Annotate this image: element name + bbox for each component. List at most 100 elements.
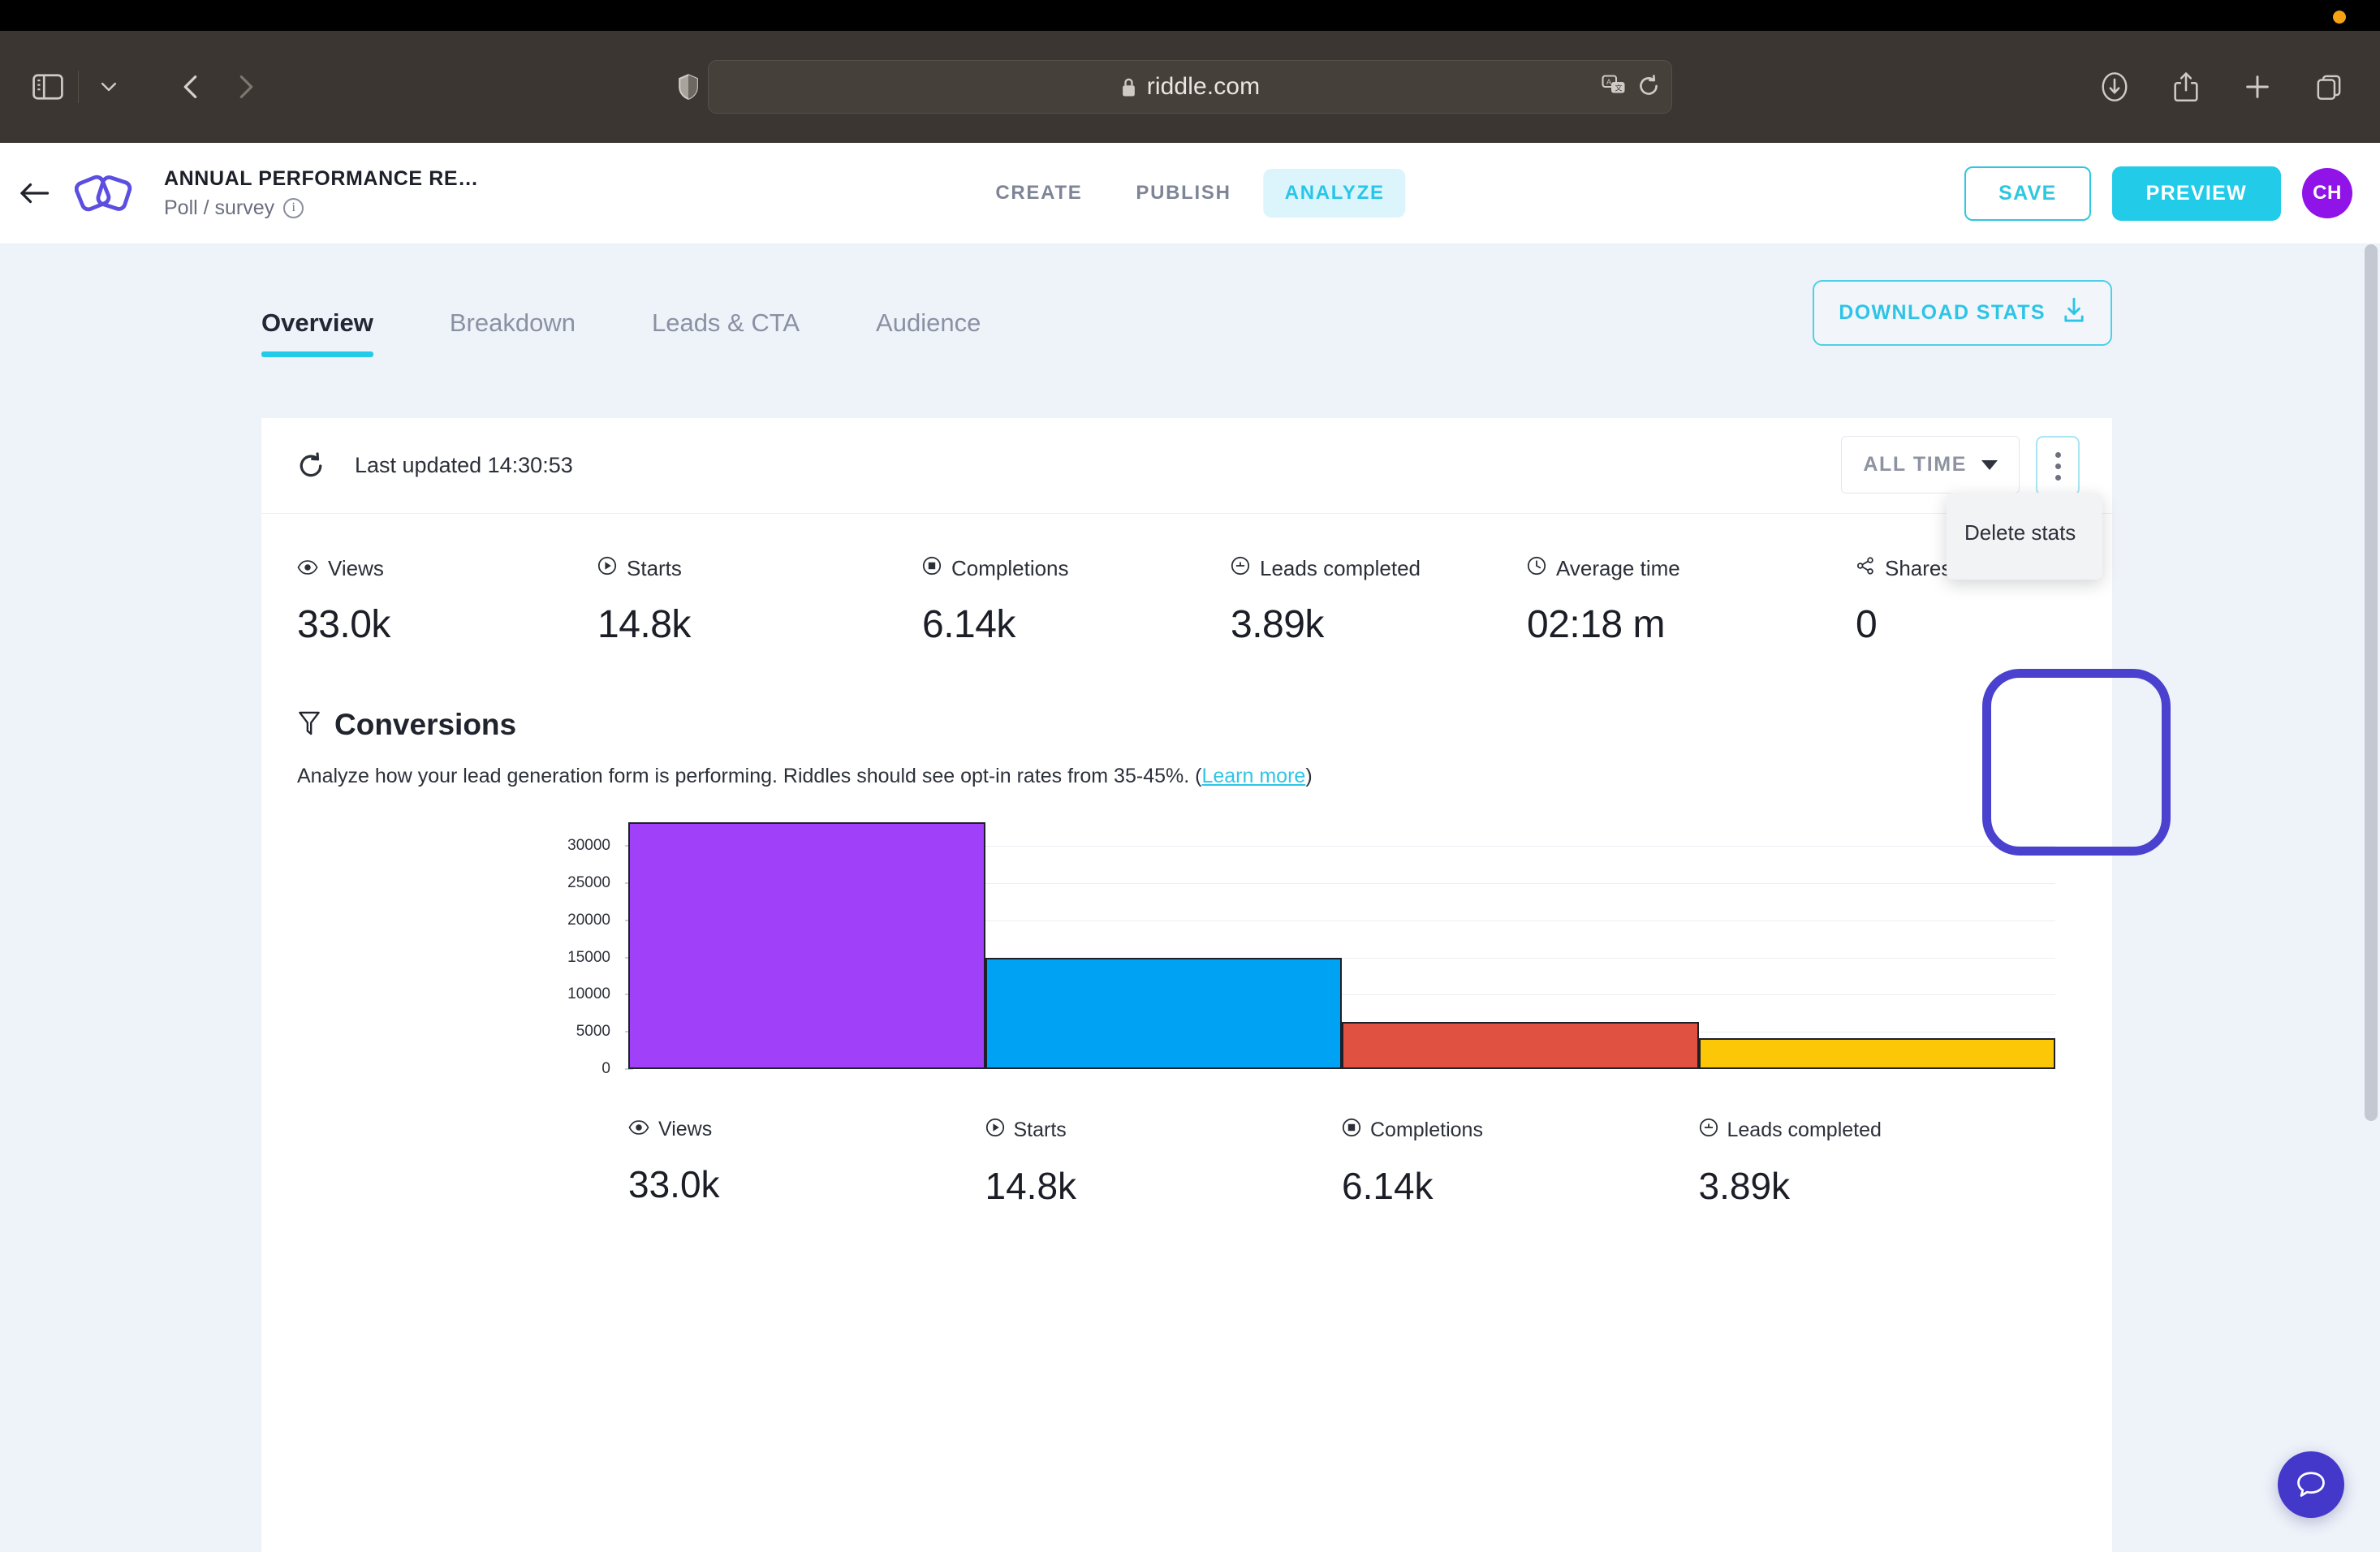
filled-circle-icon (922, 556, 942, 581)
time-range-value: ALL TIME (1863, 453, 1967, 476)
chart-category-completions: Completions 6.14k (1342, 1118, 1699, 1208)
scrollbar-thumb[interactable] (2365, 244, 2378, 1121)
stat-value-text: 02:18 m (1527, 603, 1665, 646)
menu-item-delete-stats[interactable]: Delete stats (1947, 514, 2102, 552)
chart-bar[interactable] (628, 822, 985, 1067)
chart-y-tick-label: 0 (601, 1060, 610, 1077)
chart-category-starts: Starts 14.8k (985, 1118, 1343, 1208)
chart-y-tick-label: 25000 (567, 874, 610, 892)
nav-item-create[interactable]: CREATE (974, 169, 1103, 218)
tab-overview[interactable]: Overview (261, 308, 373, 357)
play-circle-icon (985, 1118, 1005, 1143)
stats-summary-row: Views 33.0k Starts 14.8k Completions 6.1… (261, 514, 2112, 647)
new-tab-icon[interactable] (2231, 60, 2284, 114)
conversions-chart: 0 5000 10000 15000 20000 25000 30000 (261, 822, 2112, 1092)
toolbar-divider (78, 71, 79, 103)
page-title: ANNUAL PERFORMANCE RE… (164, 166, 479, 190)
more-options-icon[interactable] (2036, 436, 2080, 496)
chart-category-label: Starts (1013, 1119, 1067, 1141)
preview-button[interactable]: PREVIEW (2111, 166, 2281, 221)
clock-icon (1527, 556, 1546, 581)
refresh-icon[interactable] (297, 451, 325, 480)
downloads-icon[interactable] (2088, 60, 2141, 114)
funnel-icon (297, 710, 321, 740)
download-stats-button[interactable]: DOWNLOAD STATS (1813, 280, 2112, 346)
forward-arrow-icon (218, 60, 272, 114)
nav-item-analyze[interactable]: ANALYZE (1263, 169, 1406, 218)
eye-icon (297, 556, 318, 581)
stat-views: Views 33.0k (297, 556, 597, 647)
page-scrollbar[interactable] (2362, 244, 2380, 1552)
learn-more-link[interactable]: Learn more (1201, 765, 1305, 787)
chat-bubble-icon[interactable] (2278, 1451, 2344, 1518)
tab-leads-cta[interactable]: Leads & CTA (652, 308, 800, 357)
plus-circle-icon (1231, 556, 1250, 581)
chart-category-views: Views 33.0k (628, 1118, 985, 1208)
share-icon[interactable] (2159, 60, 2213, 114)
conversions-description-tail: ) (1305, 765, 1313, 787)
chart-category-value: 14.8k (985, 1165, 1077, 1207)
stat-value-text: 3.89k (1231, 603, 1324, 646)
chart-category-label: Views (658, 1118, 713, 1140)
save-button[interactable]: SAVE (1964, 166, 2091, 221)
stat-average-time: Average time 02:18 m (1527, 556, 1856, 647)
kebab-dot (2054, 474, 2061, 481)
address-bar[interactable]: riddle.com A文 (708, 60, 1672, 114)
chart-y-tick-label: 30000 (567, 837, 610, 855)
chart-y-tick-label: 15000 (567, 948, 610, 966)
chart-category-value: 6.14k (1342, 1165, 1434, 1207)
sidebar-toggle-icon[interactable] (21, 60, 75, 114)
chart-y-axis: 0 5000 10000 15000 20000 25000 30000 (544, 824, 633, 1077)
stat-label-text: Completions (951, 556, 1069, 580)
os-top-strip (0, 0, 2380, 31)
tab-audience[interactable]: Audience (876, 308, 981, 357)
chart-bar[interactable] (985, 957, 1342, 1067)
play-circle-icon (597, 556, 617, 581)
url-text: riddle.com (1146, 73, 1261, 100)
stat-label-text: Leads completed (1260, 556, 1421, 580)
stat-value-text: 33.0k (297, 603, 390, 646)
chart-y-tick-label: 10000 (567, 985, 610, 1003)
chevron-down-icon[interactable] (82, 60, 136, 114)
stat-shares: Shares 0 (1856, 556, 1951, 647)
nav-item-publish[interactable]: PUBLISH (1115, 169, 1252, 218)
share-icon (1856, 556, 1875, 581)
chart-category-value: 33.0k (628, 1163, 720, 1205)
back-arrow-icon[interactable] (165, 60, 218, 114)
chart-category-labels: Views 33.0k Starts 14.8k Completions 6.14k Lea… (628, 1118, 2055, 1208)
app-nav: CREATE PUBLISH ANALYZE (974, 169, 1406, 218)
browser-toolbar: riddle.com A文 (0, 31, 2380, 143)
chart-plot-area (628, 822, 2055, 1069)
overview-card: Last updated 14:30:53 ALL TIME Delete st… (261, 418, 2112, 1552)
time-range-select[interactable]: ALL TIME (1841, 436, 2020, 494)
page-subtitle: Poll / survey (164, 196, 275, 219)
chart-y-tick-label: 5000 (576, 1023, 610, 1041)
stat-leads-completed: Leads completed 3.89k (1231, 556, 1527, 647)
stat-label-text: Starts (627, 556, 682, 580)
show-tabs-icon[interactable] (2302, 60, 2356, 114)
analytics-tabs: Overview Breakdown Leads & CTA Audience … (261, 280, 2112, 357)
download-icon (2062, 297, 2086, 329)
info-icon[interactable]: i (283, 197, 304, 218)
lock-icon (1120, 77, 1137, 97)
status-indicator-dot (2333, 11, 2346, 24)
card-toolbar: Last updated 14:30:53 ALL TIME Delete st… (261, 418, 2112, 580)
chart-bar[interactable] (1698, 1038, 2055, 1067)
avatar[interactable]: CH (2302, 168, 2352, 218)
filled-circle-icon (1342, 1118, 1361, 1143)
back-arrow-icon[interactable] (18, 181, 50, 205)
conversions-header: Conversions (297, 708, 2112, 742)
tab-breakdown[interactable]: Breakdown (450, 308, 576, 357)
riddle-logo-icon[interactable] (75, 168, 133, 218)
svg-text:文: 文 (1615, 84, 1623, 93)
reload-icon[interactable] (1637, 74, 1660, 101)
stat-label-text: Shares (1885, 556, 1952, 580)
conversions-description: Analyze how your lead generation form is… (297, 765, 2112, 788)
stat-starts: Starts 14.8k (597, 556, 922, 647)
translate-icon[interactable]: A文 (1602, 75, 1626, 101)
chart-bar[interactable] (1342, 1021, 1699, 1067)
caret-down-icon (1981, 459, 1998, 470)
stat-value-text: 6.14k (922, 603, 1015, 646)
stat-label-text: Views (328, 556, 384, 580)
app-header: ANNUAL PERFORMANCE RE… Poll / survey i C… (0, 143, 2380, 244)
